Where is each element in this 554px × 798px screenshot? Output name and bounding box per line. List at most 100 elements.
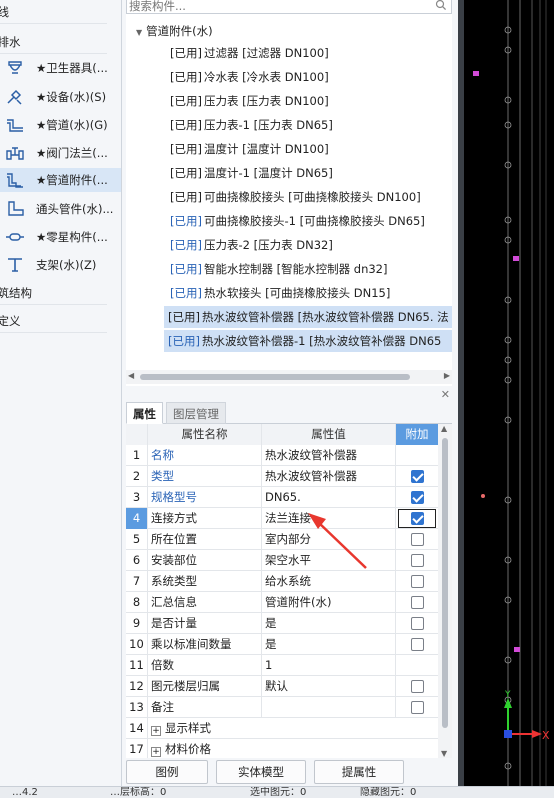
- attach-checkbox[interactable]: [411, 554, 424, 567]
- nav-item-valve-flange[interactable]: ★阀门法兰(...: [0, 141, 121, 165]
- property-value[interactable]: 架空水平: [262, 550, 396, 571]
- tree-item[interactable]: [已用] 可曲挠橡胶接头-1 [可曲挠橡胶接头 DN65]: [166, 210, 429, 232]
- property-value[interactable]: DN65.: [262, 487, 396, 508]
- close-icon[interactable]: ✕: [441, 388, 450, 401]
- tree-item[interactable]: [已用] 冷水表 [冷水表 DN100]: [166, 66, 333, 88]
- property-name[interactable]: + 材料价格: [148, 739, 398, 758]
- property-row[interactable]: 1 名称 热水波纹管补偿器: [126, 445, 438, 466]
- property-value[interactable]: 给水系统: [262, 571, 396, 592]
- property-row[interactable]: 4 连接方式 法兰连接: [126, 508, 438, 529]
- horizontal-scroll-thumb[interactable]: [140, 374, 410, 380]
- attach-cell: [396, 487, 438, 508]
- property-row[interactable]: 11 倍数 1: [126, 655, 438, 676]
- property-value[interactable]: 热水波纹管补偿器: [262, 466, 396, 487]
- property-value[interactable]: 是: [262, 634, 396, 655]
- attach-cell: [396, 613, 438, 634]
- expand-plus-icon[interactable]: +: [151, 726, 161, 736]
- property-value[interactable]: 是: [262, 613, 396, 634]
- attach-checkbox[interactable]: [411, 701, 424, 714]
- property-row[interactable]: 8 汇总信息 管道附件(水): [126, 592, 438, 613]
- tree-item[interactable]: [已用] 热水波纹管补偿器 [热水波纹管补偿器 DN65. 法: [164, 306, 452, 328]
- tree-item[interactable]: [已用] 智能水控制器 [智能水控制器 dn32]: [166, 258, 392, 280]
- nav-item-pipe-fitting[interactable]: 通头管件(水)...: [0, 197, 121, 221]
- tree-root[interactable]: ▼ 管道附件(水): [136, 22, 213, 40]
- tree-item[interactable]: [已用] 压力表 [压力表 DN100]: [166, 90, 333, 112]
- property-row[interactable]: 9 是否计量 是: [126, 613, 438, 634]
- nav-item-misc[interactable]: ★零星构件(...: [0, 225, 121, 249]
- property-value[interactable]: 1: [262, 655, 396, 676]
- property-name-text: 是否计量: [151, 616, 197, 630]
- solid-model-button[interactable]: 实体模型: [216, 760, 306, 784]
- pipe-fitting-icon: [8, 201, 24, 216]
- header-add[interactable]: 附加: [396, 424, 438, 445]
- property-name-text: 类型: [151, 469, 174, 483]
- attach-cell: [396, 550, 438, 571]
- attach-checkbox[interactable]: [411, 533, 424, 546]
- legend-button[interactable]: 图例: [126, 760, 208, 784]
- attach-checkbox[interactable]: [411, 491, 424, 504]
- collapse-arrow-icon[interactable]: ▼: [136, 28, 142, 37]
- extract-properties-button[interactable]: 提属性: [314, 760, 404, 784]
- nav-item-sanitary[interactable]: ★卫生器具(...: [0, 56, 121, 80]
- nav-item-pipe[interactable]: ★管道(水)(G): [0, 113, 121, 137]
- tree-item[interactable]: [已用] 热水软接头 [可曲挠橡胶接头 DN15]: [166, 282, 394, 304]
- tree-item[interactable]: [已用] 可曲挠橡胶接头 [可曲挠橡胶接头 DN100]: [166, 186, 425, 208]
- attach-checkbox[interactable]: [411, 680, 424, 693]
- horizontal-scrollbar[interactable]: ◀ ▶: [126, 370, 452, 384]
- section-axis[interactable]: 轴线: [0, 0, 107, 24]
- attach-checkbox[interactable]: [411, 596, 424, 609]
- tree-item[interactable]: [已用] 热水波纹管补偿器-1 [热水波纹管补偿器 DN65: [164, 330, 452, 352]
- property-row[interactable]: 12 图元楼层归属 默认: [126, 676, 438, 697]
- property-name-text: 规格型号: [151, 490, 197, 504]
- tree-item[interactable]: [已用] 压力表-2 [压力表 DN32]: [166, 234, 337, 256]
- search-icon[interactable]: [435, 0, 447, 11]
- tree-item-label: 热水波纹管补偿器 [热水波纹管补偿器 DN65. 法: [201, 310, 449, 324]
- property-value[interactable]: 默认: [262, 676, 396, 697]
- attach-checkbox[interactable]: [411, 638, 424, 651]
- property-value[interactable]: 管道附件(水): [262, 592, 396, 613]
- property-row[interactable]: 2 类型 热水波纹管补偿器: [126, 466, 438, 487]
- property-row[interactable]: 7 系统类型 给水系统: [126, 571, 438, 592]
- used-tag: [已用]: [170, 142, 202, 156]
- attach-checkbox[interactable]: [411, 575, 424, 588]
- section-structure-label: 建筑结构: [0, 286, 32, 300]
- tab-properties[interactable]: 属性: [126, 402, 163, 424]
- section-drainage[interactable]: 给排水: [0, 30, 107, 54]
- nav-item-equipment[interactable]: ★设备(水)(S): [0, 85, 121, 109]
- vertical-scrollbar[interactable]: ▲ ▼: [438, 424, 452, 758]
- status-selected-count: 选中图元：0: [250, 787, 307, 798]
- property-value[interactable]: 室内部分: [262, 529, 396, 550]
- property-value[interactable]: [262, 697, 396, 718]
- panel-divider[interactable]: ✕: [126, 388, 452, 401]
- tab-layer-management[interactable]: 图层管理: [166, 402, 226, 424]
- attach-checkbox[interactable]: [411, 470, 424, 483]
- property-value[interactable]: 热水波纹管补偿器: [262, 445, 396, 466]
- property-row[interactable]: 5 所在位置 室内部分: [126, 529, 438, 550]
- property-value[interactable]: 法兰连接: [262, 508, 396, 529]
- pipe-accessory-icon: [7, 173, 23, 188]
- property-row[interactable]: 13 备注: [126, 697, 438, 718]
- section-structure[interactable]: 建筑结构: [0, 281, 107, 305]
- section-custom[interactable]: 自定义: [0, 309, 107, 333]
- expand-plus-icon[interactable]: +: [151, 747, 161, 757]
- scroll-right-icon[interactable]: ▶: [444, 371, 450, 380]
- property-row[interactable]: 3 规格型号 DN65.: [126, 487, 438, 508]
- property-row[interactable]: 14 + 显示样式: [126, 718, 438, 739]
- scroll-down-icon[interactable]: ▼: [441, 749, 447, 758]
- property-row[interactable]: 10 乘以标准间数量 是: [126, 634, 438, 655]
- scroll-up-icon[interactable]: ▲: [441, 424, 447, 433]
- tree-item[interactable]: [已用] 压力表-1 [压力表 DN65]: [166, 114, 337, 136]
- tree-item[interactable]: [已用] 过滤器 [过滤器 DN100]: [166, 42, 333, 64]
- property-row[interactable]: 17 + 材料价格: [126, 739, 438, 758]
- nav-item-pipe-accessory[interactable]: ★管道附件(...: [0, 168, 121, 192]
- search-input[interactable]: [129, 0, 429, 13]
- attach-checkbox[interactable]: [411, 617, 424, 630]
- scroll-left-icon[interactable]: ◀: [128, 371, 134, 380]
- vertical-scroll-thumb[interactable]: [442, 438, 448, 728]
- tree-item[interactable]: [已用] 温度计-1 [温度计 DN65]: [166, 162, 337, 184]
- property-row[interactable]: 6 安装部位 架空水平: [126, 550, 438, 571]
- nav-item-bracket[interactable]: 支架(水)(Z): [0, 253, 121, 277]
- property-name[interactable]: + 显示样式: [148, 718, 398, 739]
- drawing-canvas[interactable]: Y X: [458, 0, 554, 786]
- tree-item[interactable]: [已用] 温度计 [温度计 DN100]: [166, 138, 333, 160]
